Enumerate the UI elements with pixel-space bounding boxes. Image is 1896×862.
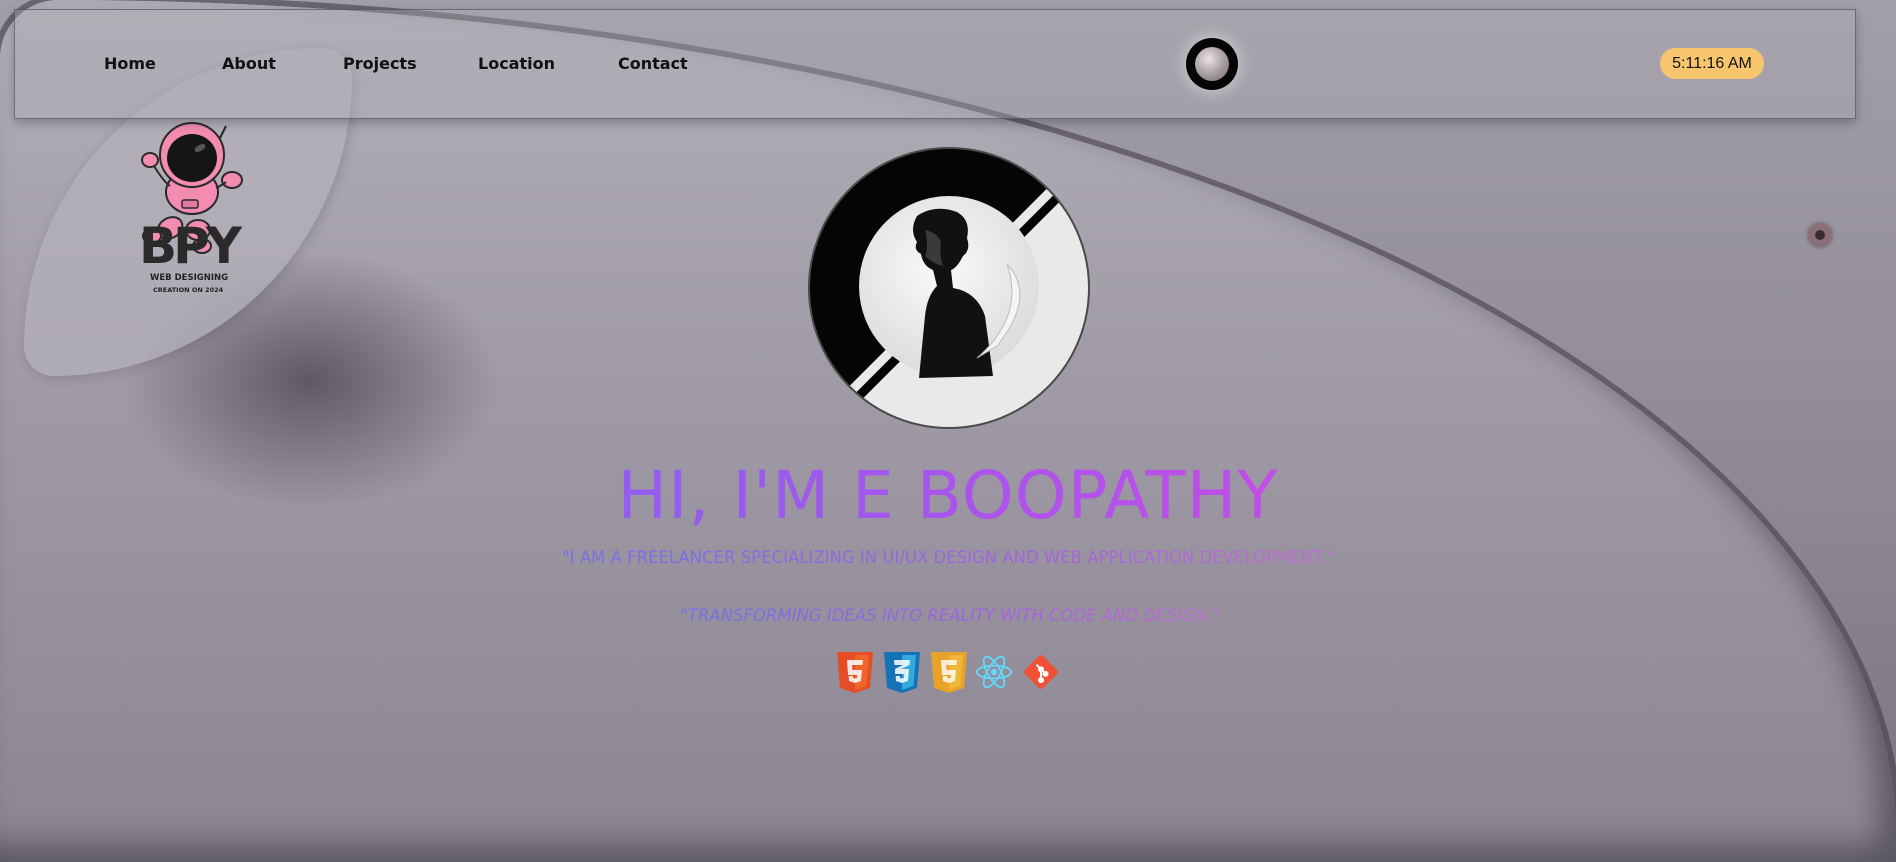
react-icon: [975, 655, 1013, 689]
theme-toggle-button[interactable]: [1186, 38, 1238, 90]
navbar: [14, 9, 1856, 119]
nav-home[interactable]: Home: [104, 54, 156, 73]
logo-year: CREATION ON 2024: [153, 286, 224, 294]
logo-text: BPY: [139, 217, 242, 275]
nav-about[interactable]: About: [222, 54, 276, 73]
profile-avatar: [808, 147, 1090, 429]
hero-heading: HI, I'M E BOOPATHY: [0, 457, 1896, 534]
git-icon: [1024, 655, 1058, 689]
hero-subtagline: "TRANSFORMING IDEAS INTO REALITY WITH CO…: [670, 606, 1230, 625]
clock-badge: 5:11:16 AM: [1660, 48, 1764, 79]
hero-tagline: "I AM A FREELANCER SPECIALIZING IN UI/UX…: [548, 548, 1348, 567]
nav-contact[interactable]: Contact: [618, 54, 688, 73]
html5-icon: [837, 652, 873, 693]
nav-location[interactable]: Location: [478, 54, 555, 73]
toggle-knob: [1195, 47, 1229, 81]
scroll-indicator[interactable]: [1808, 223, 1832, 247]
javascript-icon: [931, 652, 967, 693]
nav-projects[interactable]: Projects: [343, 54, 417, 73]
css3-icon: [884, 652, 920, 693]
logo-subtitle: WEB DESIGNING: [150, 273, 229, 283]
